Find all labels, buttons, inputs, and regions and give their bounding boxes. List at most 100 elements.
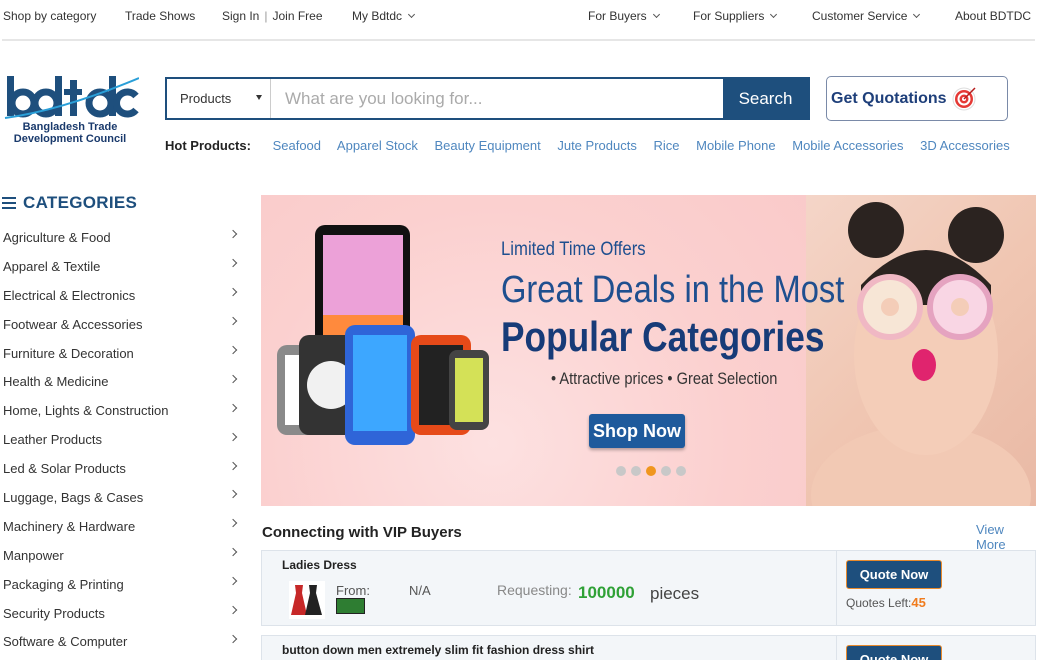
category-item[interactable]: Home, Lights & Construction [0, 396, 245, 425]
banner-bullets: • Attractive prices • Great Selection [551, 369, 778, 388]
woman-with-donuts-image [811, 202, 1031, 506]
quantity-unit: pieces [650, 584, 700, 603]
site-logo[interactable]: Bangladesh Trade Development Council [3, 74, 143, 150]
hot-products-title: Hot Products: [165, 138, 251, 153]
chevron-right-icon [228, 432, 238, 441]
category-item[interactable]: Manpower [0, 541, 245, 570]
about-link[interactable]: About BDTDC [955, 9, 1031, 23]
chevron-down-icon [652, 10, 660, 19]
carousel-dot[interactable] [616, 466, 626, 476]
for-buyers-label: For Buyers [588, 9, 647, 23]
target-icon [952, 86, 976, 110]
category-item[interactable]: Apparel & Textile [0, 252, 245, 281]
chevron-right-icon [228, 519, 238, 528]
category-item[interactable]: Security Products [0, 599, 245, 628]
chevron-down-icon [770, 10, 778, 19]
carousel-dots [616, 466, 686, 476]
chevron-right-icon [228, 345, 238, 355]
request-title[interactable]: button down men extremely slim fit fashi… [282, 643, 594, 657]
requesting-label: Requesting: [497, 582, 572, 598]
logo-tagline-line1: Bangladesh Trade [22, 121, 118, 133]
banner-headline-big: Popular Categories [501, 313, 825, 360]
carousel-dot[interactable] [631, 466, 641, 476]
hot-product-link[interactable]: Mobile Accessories [792, 138, 903, 153]
for-suppliers-label: For Suppliers [693, 9, 765, 23]
request-title[interactable]: Ladies Dress [282, 558, 357, 572]
shop-now-button[interactable]: Shop Now [589, 414, 685, 448]
chevron-right-icon [228, 403, 238, 413]
category-label: Packaging & Printing [3, 576, 124, 592]
chevron-right-icon [228, 490, 238, 499]
chevron-right-icon [228, 259, 238, 268]
category-label: Led & Solar Products [3, 461, 126, 477]
categories-heading: CATEGORIES [2, 193, 137, 213]
quotes-left: Quotes Left:45 [846, 595, 926, 610]
category-label: Electrical & Electronics [3, 287, 136, 303]
categories-title: CATEGORIES [23, 193, 138, 212]
category-item[interactable]: Health & Medicine [0, 367, 245, 396]
category-label: Manpower [3, 547, 64, 563]
category-item[interactable]: Agriculture & Food [0, 223, 245, 252]
category-label: Agriculture & Food [3, 229, 111, 245]
hot-product-link[interactable]: Mobile Phone [696, 138, 776, 153]
trade-shows-link[interactable]: Trade Shows [125, 9, 195, 23]
from-label: From: [336, 583, 370, 598]
account-links: Sign In | Join Free [222, 9, 323, 23]
shop-by-category-link[interactable]: Shop by category [3, 9, 96, 23]
chevron-right-icon [228, 547, 238, 557]
carousel-dot[interactable] [661, 466, 671, 476]
category-label: Footwear & Accessories [3, 316, 143, 332]
hot-product-link[interactable]: Apparel Stock [337, 138, 418, 153]
category-label: Furniture & Decoration [3, 345, 134, 361]
chevron-right-icon [228, 634, 238, 644]
view-more-link[interactable]: View More [976, 522, 1037, 552]
category-label: Leather Products [3, 432, 103, 448]
for-buyers-menu[interactable]: For Buyers [588, 9, 660, 23]
sign-in-link[interactable]: Sign In [222, 9, 259, 23]
carousel-dot-active[interactable] [646, 466, 656, 476]
category-item[interactable]: Furniture & Decoration [0, 339, 245, 368]
hot-product-link[interactable]: Rice [653, 138, 679, 153]
logo-tagline: Bangladesh Trade Development Council [3, 121, 137, 145]
promo-banner[interactable]: Limited Time Offers Great Deals in the M… [261, 195, 1036, 506]
search-button[interactable]: Search [723, 79, 808, 118]
row-divider [836, 636, 837, 660]
category-item[interactable]: Led & Solar Products [0, 454, 245, 483]
get-quotations-button[interactable]: Get Quotations [826, 76, 1008, 121]
hot-product-link[interactable]: 3D Accessories [920, 138, 1010, 153]
carousel-dot[interactable] [676, 466, 686, 476]
get-quotations-label: Get Quotations [831, 89, 947, 107]
list-icon [2, 197, 16, 209]
category-label: Machinery & Hardware [3, 518, 136, 534]
hot-products-bar: Hot Products: Seafood Apparel Stock Beau… [165, 138, 1023, 153]
customer-service-menu[interactable]: Customer Service [812, 9, 921, 23]
category-item[interactable]: Leather Products [0, 425, 245, 454]
header-divider [2, 39, 1035, 41]
search-input[interactable] [271, 79, 723, 118]
quote-now-button[interactable]: Quote Now [846, 645, 942, 660]
category-item[interactable]: Packaging & Printing [0, 570, 245, 599]
search-bar: Products Search [165, 77, 810, 120]
quote-now-button[interactable]: Quote Now [846, 560, 942, 589]
hot-product-link[interactable]: Beauty Equipment [434, 138, 540, 153]
category-label: Health & Medicine [3, 374, 109, 390]
category-label: Home, Lights & Construction [3, 403, 169, 419]
chevron-right-icon [228, 287, 238, 297]
my-account-menu[interactable]: My Bdtdc [352, 9, 416, 23]
buyer-request-row: button down men extremely slim fit fashi… [261, 635, 1036, 660]
chevron-right-icon [228, 605, 238, 615]
banner-kicker: Limited Time Offers [501, 239, 646, 260]
category-item[interactable]: Software & Computer [0, 627, 245, 656]
category-item[interactable]: Footwear & Accessories [0, 310, 245, 339]
hot-product-link[interactable]: Seafood [273, 138, 321, 153]
smartwatches-image [277, 225, 489, 445]
search-category-select[interactable]: Products [167, 79, 271, 118]
hot-product-link[interactable]: Jute Products [557, 138, 637, 153]
category-label: Luggage, Bags & Cases [3, 489, 144, 505]
bdtdc-logo-icon [4, 76, 140, 119]
category-item[interactable]: Machinery & Hardware [0, 512, 245, 541]
join-free-link[interactable]: Join Free [272, 9, 322, 23]
category-item[interactable]: Electrical & Electronics [0, 281, 245, 310]
category-item[interactable]: Luggage, Bags & Cases [0, 483, 245, 512]
for-suppliers-menu[interactable]: For Suppliers [693, 9, 778, 23]
